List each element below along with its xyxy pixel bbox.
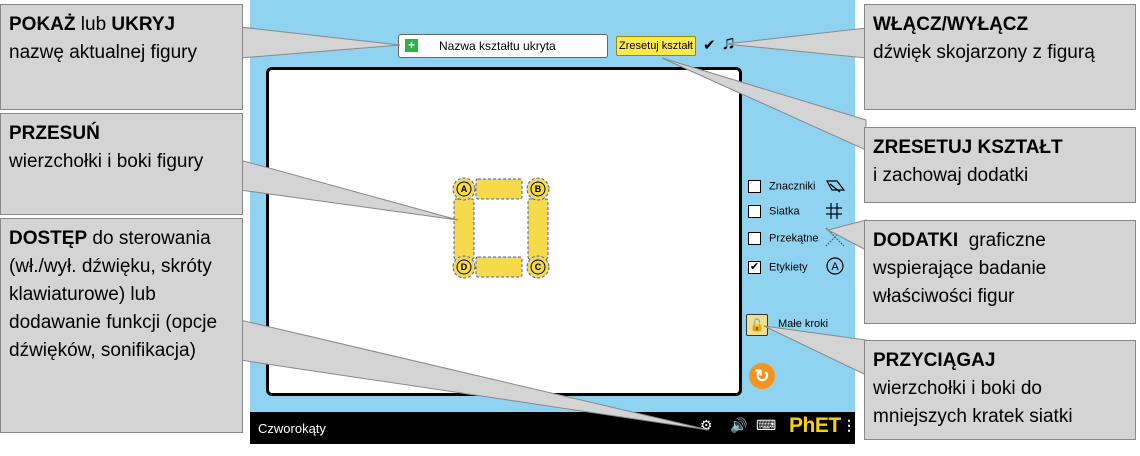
callout-extras: DODATKI graficzne wspierające badanie wł… [864, 220, 1136, 324]
callout-reset: ZRESETUJ KSZTAŁT i zachowaj dodatki [864, 127, 1136, 203]
pointer-sound [725, 27, 867, 59]
pointer-snap [763, 325, 867, 376]
pointer-show-hide [239, 26, 401, 59]
pointer-move [239, 159, 459, 221]
callout-snap: PRZYCIĄGAJ wierzchołki i boki do mniejszy… [864, 340, 1136, 440]
pointer-access [239, 319, 710, 431]
pointer-extras [826, 219, 867, 251]
callout-show-hide: POKAŻ lub UKRYJ nazwę aktualnej figury [0, 4, 243, 110]
callout-sound: WŁĄCZ/WYŁĄCZ dźwięk skojarzony z figurą [864, 4, 1136, 110]
callout-access: DOSTĘP do sterowania (wł./wył. dźwięku, … [0, 218, 243, 433]
pointer-reset [661, 57, 867, 151]
callout-move: PRZESUŃ wierzchołki i boki figury [0, 113, 243, 215]
